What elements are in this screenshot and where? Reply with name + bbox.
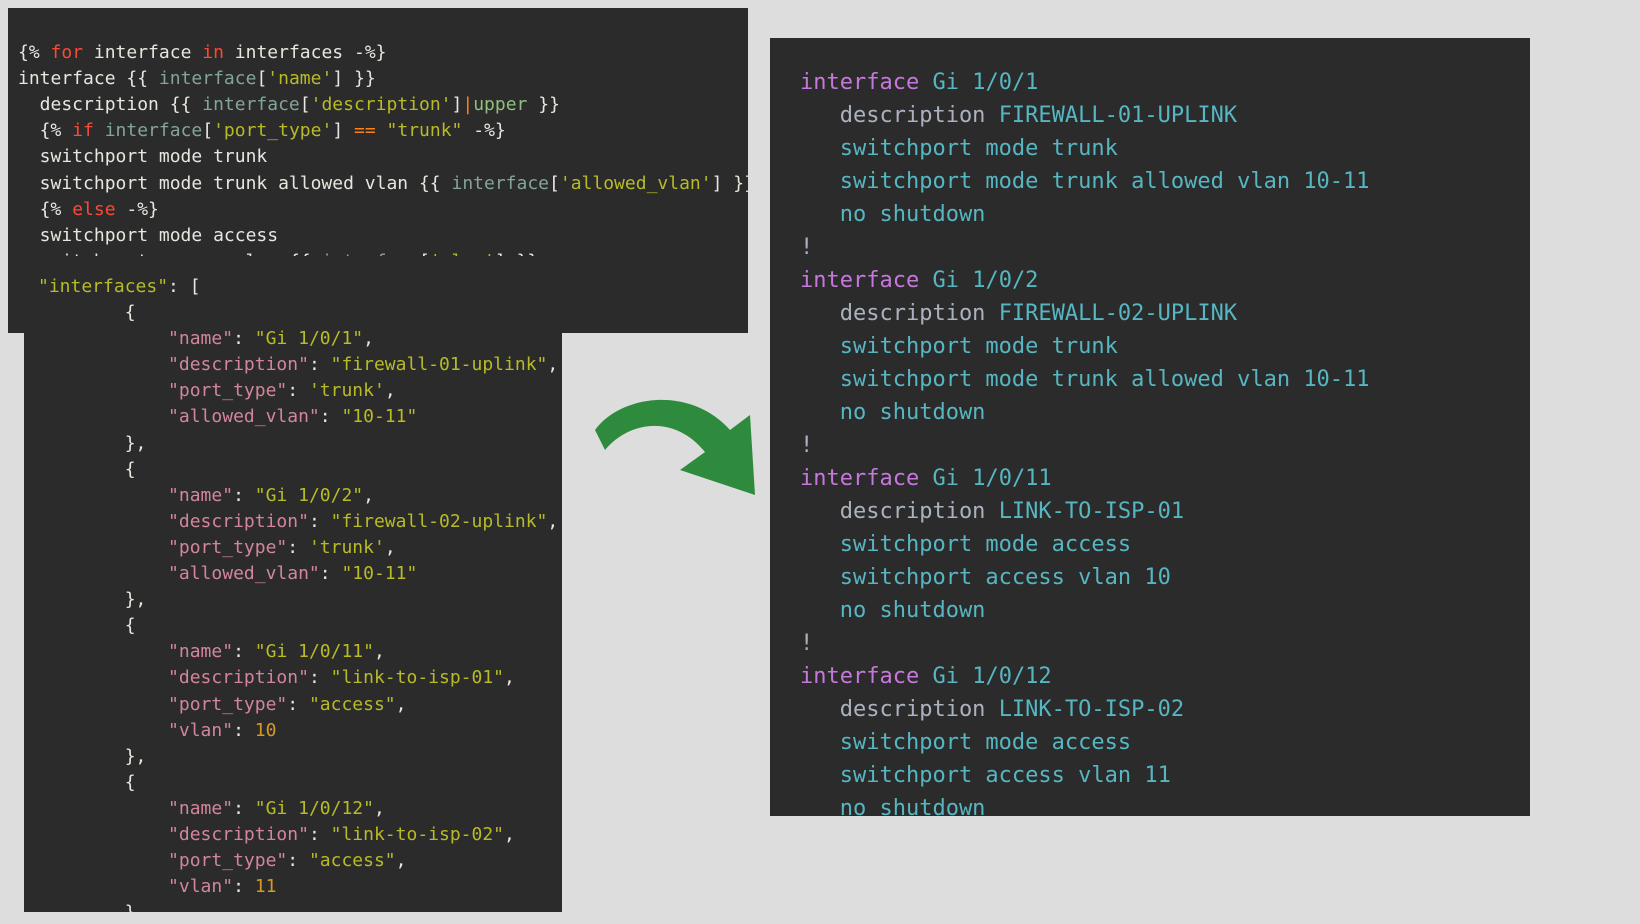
json-data-code: "interfaces": [ { "name": "Gi 1/0/1", "d… (24, 256, 562, 912)
arrow-icon (580, 380, 780, 540)
rendered-output-code: interface Gi 1/0/1 description FIREWALL-… (770, 38, 1530, 816)
